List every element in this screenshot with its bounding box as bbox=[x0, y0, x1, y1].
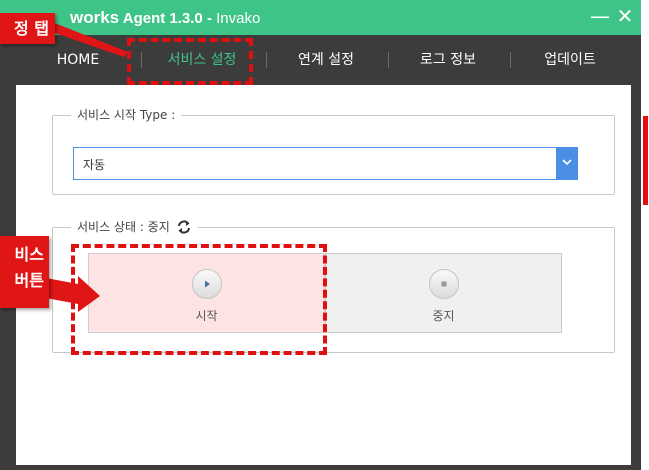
chevron-down-icon[interactable] bbox=[556, 147, 578, 180]
content-panel: 서비스 시작 Type : 자동 서비스 상태 : 중지 시작 중지 bbox=[16, 85, 631, 465]
window-title: works Agent 1.3.0 - Invako bbox=[70, 8, 261, 27]
service-type-select[interactable]: 자동 bbox=[73, 147, 578, 180]
tab-service-settings[interactable]: 서비스 설정 bbox=[142, 35, 262, 85]
tab-callout: 정 탭 bbox=[0, 13, 55, 44]
service-status-legend: 서비스 상태 : 중지 bbox=[71, 219, 198, 235]
tab-bar: HOME 서비스 설정 연계 설정 로그 정보 업데이트 bbox=[0, 35, 641, 85]
service-status-group: 서비스 상태 : 중지 시작 중지 bbox=[52, 219, 615, 353]
minimize-button[interactable]: — bbox=[588, 2, 612, 30]
start-label: 시작 bbox=[195, 309, 218, 323]
tab-integration-settings[interactable]: 연계 설정 bbox=[266, 35, 386, 85]
app-window: works Agent 1.3.0 - Invako — ✕ HOME 서비스 … bbox=[0, 0, 641, 470]
start-service-button[interactable]: 시작 bbox=[88, 253, 325, 333]
service-type-group: 서비스 시작 Type : 자동 bbox=[52, 107, 615, 195]
tab-update[interactable]: 업데이트 bbox=[510, 35, 630, 85]
tab-log-info[interactable]: 로그 정보 bbox=[388, 35, 508, 85]
close-button[interactable]: ✕ bbox=[613, 2, 637, 30]
play-icon bbox=[191, 269, 222, 299]
refresh-icon[interactable] bbox=[176, 219, 192, 235]
right-edge bbox=[641, 0, 649, 470]
service-callout: 비스 버튼 bbox=[0, 236, 49, 308]
title-bar[interactable]: works Agent 1.3.0 - Invako — ✕ bbox=[0, 0, 641, 35]
service-type-legend: 서비스 시작 Type : bbox=[71, 107, 182, 123]
edge-marker bbox=[643, 116, 648, 205]
stop-service-button[interactable]: 중지 bbox=[325, 253, 562, 333]
service-type-value: 자동 bbox=[83, 158, 106, 172]
stop-icon bbox=[428, 269, 459, 299]
stop-label: 중지 bbox=[432, 309, 455, 323]
